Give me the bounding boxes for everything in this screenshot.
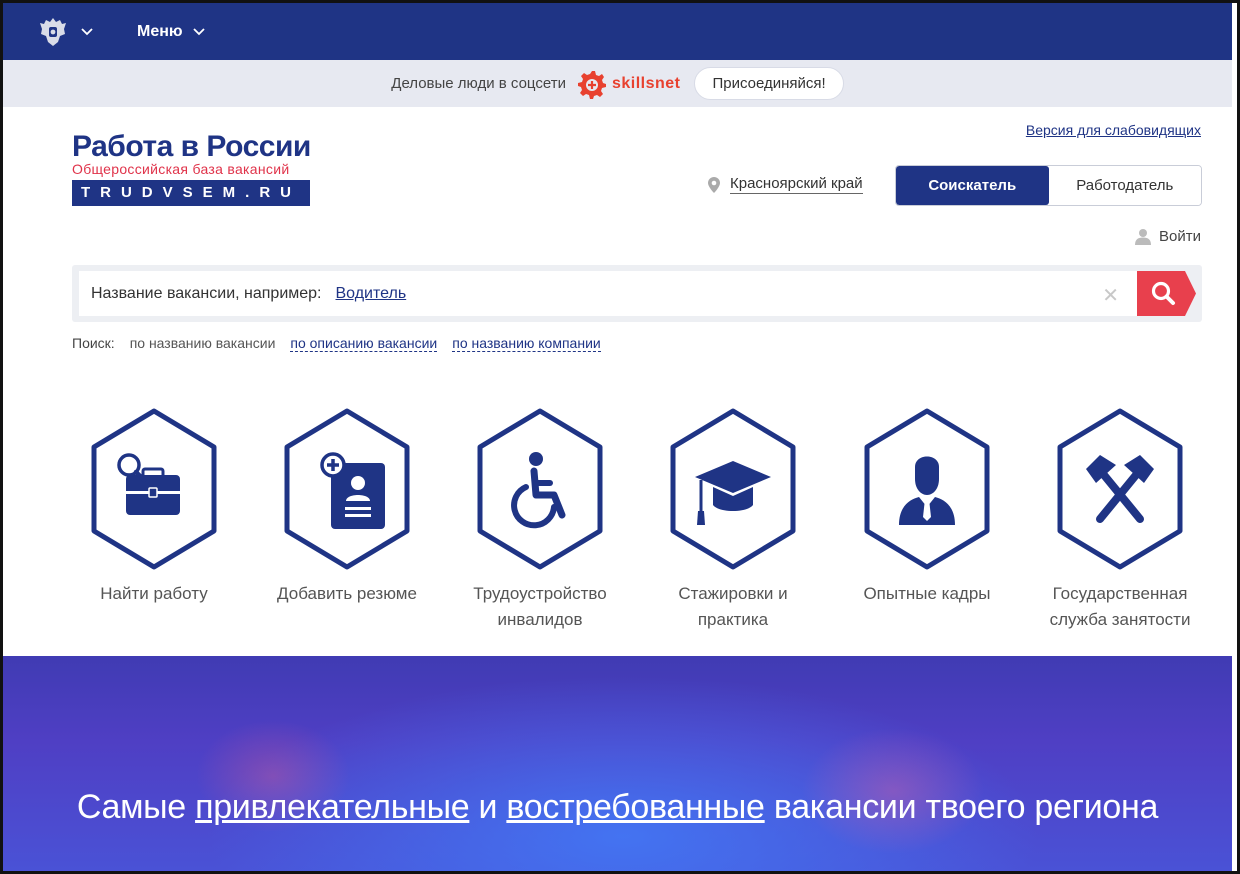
hero-banner: Самые привлекательные и востребованные в…: [3, 656, 1232, 871]
logo-site-name: TRUDVSEM.RU: [72, 180, 310, 206]
top-nav: Меню: [3, 3, 1232, 60]
login-link[interactable]: Войти: [1135, 228, 1201, 245]
tile-label: Государственная служба занятости: [1049, 584, 1191, 629]
search-modes-label: Поиск:: [72, 335, 115, 351]
tile-experienced-staff[interactable]: Опытные кадры: [847, 407, 1007, 607]
tile-internships[interactable]: Стажировки и практика: [653, 407, 813, 633]
banner-link-demanded[interactable]: востребованные: [506, 788, 765, 826]
briefcase-search-icon: [91, 408, 217, 570]
site-logo[interactable]: Работа в России Общероссийская база вака…: [72, 132, 312, 206]
location-pin-icon: [708, 176, 720, 193]
tile-label: Стажировки и практика: [678, 584, 788, 629]
region-selector[interactable]: Красноярский край: [708, 175, 863, 194]
banner-text-part: и: [478, 788, 498, 826]
search-placeholder: Название вакансии, например:: [91, 284, 322, 302]
tile-employment-service[interactable]: Государственная служба занятости: [1040, 407, 1200, 633]
logo-subtitle: Общероссийская база вакансий: [72, 161, 290, 177]
role-employer-tab[interactable]: Работодатель: [1048, 166, 1201, 205]
join-button[interactable]: Присоединяйся!: [694, 67, 844, 100]
search-example-link[interactable]: Водитель: [336, 285, 407, 303]
skillsnet-logo[interactable]: skillsnet: [577, 69, 681, 99]
chevron-down-icon: [192, 25, 205, 39]
role-switch: Соискатель Работодатель: [895, 165, 1202, 206]
region-label: Красноярский край: [730, 175, 863, 194]
promo-text: Деловые люди в соцсети: [391, 75, 566, 92]
logo-title: Работа в России: [72, 130, 311, 163]
tile-label: Трудоустройство инвалидов: [473, 584, 607, 629]
add-resume-icon: [284, 408, 410, 570]
coat-of-arms-icon[interactable]: [37, 14, 69, 50]
menu-button[interactable]: Меню: [137, 23, 205, 41]
tile-label: Опытные кадры: [863, 584, 991, 603]
search-input[interactable]: Название вакансии, например: Водитель ✕: [79, 271, 1137, 316]
tile-label: Найти работу: [100, 584, 208, 603]
search-mode-by-description[interactable]: по описанию вакансии: [290, 335, 438, 352]
low-vision-link[interactable]: Версия для слабовидящих: [1026, 122, 1201, 138]
search-mode-by-company[interactable]: по названию компании: [452, 335, 601, 352]
businessman-icon: [864, 408, 990, 570]
tile-add-resume[interactable]: Добавить резюме: [267, 407, 427, 607]
tile-find-job[interactable]: Найти работу: [74, 407, 234, 607]
menu-label: Меню: [137, 22, 183, 40]
banner-headline: Самые привлекательные и востребованные в…: [3, 788, 1232, 827]
user-icon: [1135, 229, 1152, 245]
graduation-cap-icon: [670, 408, 796, 570]
clear-icon[interactable]: ✕: [1102, 283, 1119, 308]
chevron-down-icon[interactable]: [81, 25, 93, 39]
tile-disabled-employment[interactable]: Трудоустройство инвалидов: [460, 407, 620, 633]
search-box: Название вакансии, например: Водитель ✕: [72, 265, 1202, 322]
login-label: Войти: [1159, 228, 1201, 245]
banner-link-attractive[interactable]: привлекательные: [195, 788, 470, 826]
search-button[interactable]: [1137, 271, 1196, 316]
skillsnet-brand: skillsnet: [611, 74, 681, 92]
wheelchair-icon: [477, 408, 603, 570]
hammers-icon: [1057, 408, 1183, 570]
banner-text-part: вакансии твоего региона: [773, 788, 1159, 826]
skillsnet-gear-icon: [577, 70, 606, 99]
promo-bar: Деловые люди в соцсети skillsnet Присоед…: [3, 60, 1232, 107]
search-modes: Поиск: по названию вакансии по описанию …: [72, 335, 601, 352]
role-seeker-tab[interactable]: Соискатель: [896, 166, 1049, 205]
tile-label: Добавить резюме: [277, 584, 417, 603]
search-mode-by-title[interactable]: по названию вакансии: [130, 335, 276, 352]
banner-text-part: Самые: [76, 788, 186, 826]
